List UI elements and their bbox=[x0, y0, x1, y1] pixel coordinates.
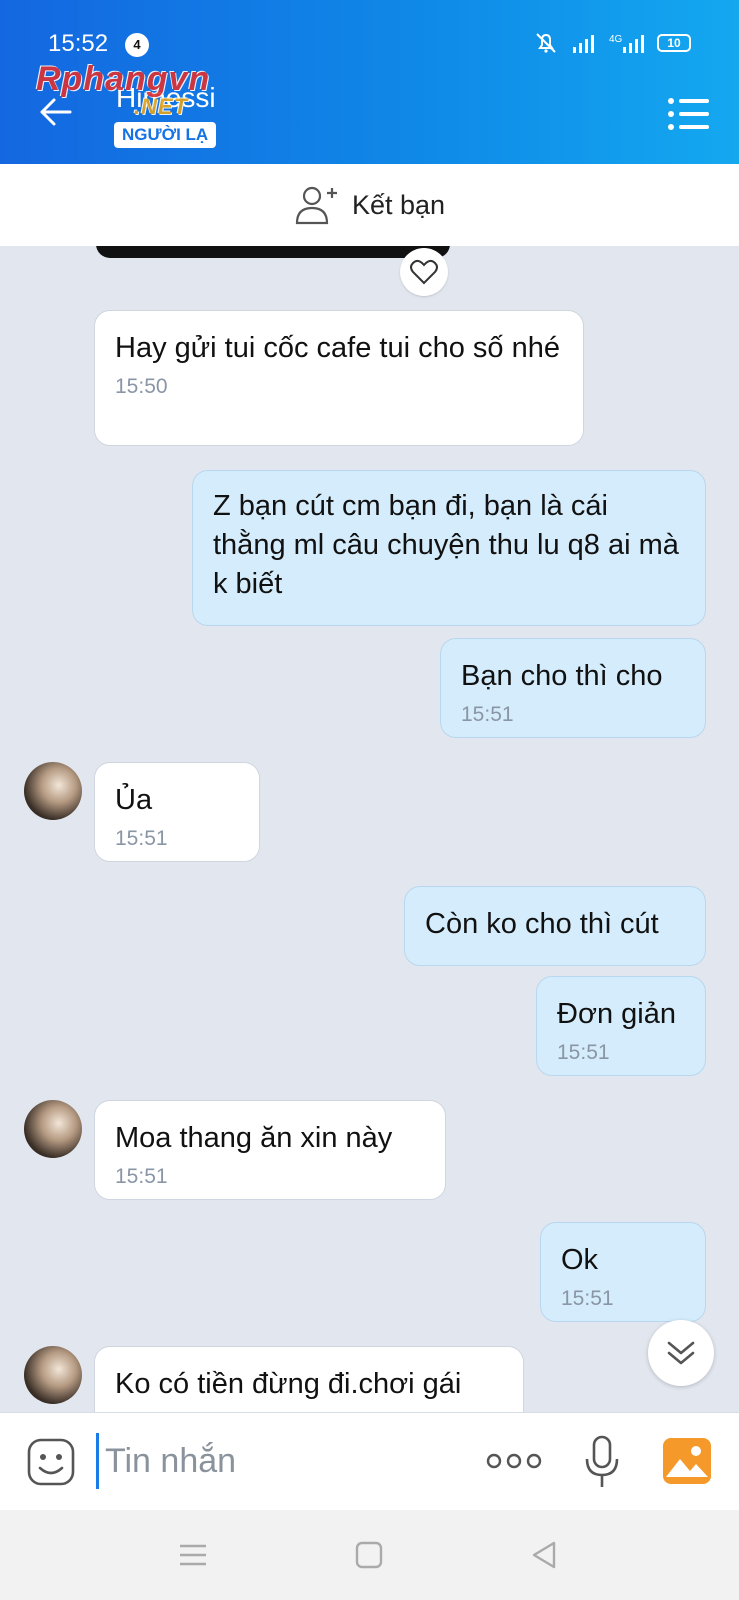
message-input-bar bbox=[0, 1412, 739, 1510]
microphone-icon[interactable] bbox=[584, 1435, 620, 1489]
signal-4g-icon: 4G bbox=[609, 34, 644, 53]
svg-text:4G: 4G bbox=[609, 34, 623, 45]
watermark-sub: .NET bbox=[134, 94, 189, 119]
battery-icon: 10 bbox=[657, 34, 691, 52]
message-time: 15:51 bbox=[561, 1287, 614, 1310]
message-bubble-incoming[interactable]: Ko có tiền đừng đi.chơi gái bbox=[94, 1346, 524, 1412]
heart-icon bbox=[410, 259, 438, 285]
recent-apps-icon[interactable] bbox=[176, 1538, 210, 1572]
message-bubble-incoming[interactable]: Hay gửi tui cốc cafe tui cho số nhé 15:5… bbox=[94, 310, 584, 446]
message-bubble-incoming[interactable]: Moa thang ăn xin này 15:51 bbox=[94, 1100, 446, 1200]
message-bubble-outgoing[interactable]: Ok 15:51 bbox=[540, 1222, 706, 1322]
message-bubble-outgoing[interactable]: Z bạn cút cm bạn đi, bạn là cái thằng ml… bbox=[192, 470, 706, 626]
message-bubble-outgoing[interactable]: Còn ko cho thì cút bbox=[404, 886, 706, 966]
home-icon[interactable] bbox=[352, 1538, 386, 1572]
message-time: 15:51 bbox=[461, 703, 514, 726]
message-bubble-outgoing[interactable]: Bạn cho thì cho 15:51 bbox=[440, 638, 706, 738]
message-text: Bạn cho thì cho bbox=[461, 660, 663, 692]
chat-area[interactable]: Hay gửi tui cốc cafe tui cho số nhé 15:5… bbox=[0, 246, 739, 1412]
add-friend-button[interactable]: Kết bạn bbox=[0, 164, 739, 246]
avatar[interactable] bbox=[24, 762, 82, 820]
message-bubble-incoming[interactable]: Ủa 15:51 bbox=[94, 762, 260, 862]
avatar[interactable] bbox=[24, 1100, 82, 1158]
message-text: Hay gửi tui cốc cafe tui cho số nhé bbox=[115, 332, 560, 364]
message-text: Còn ko cho thì cút bbox=[425, 908, 659, 940]
double-chevron-down-icon bbox=[667, 1341, 695, 1365]
message-time: 15:51 bbox=[557, 1041, 610, 1064]
add-friend-label: Kết bạn bbox=[351, 189, 446, 220]
menu-icon[interactable] bbox=[667, 96, 711, 132]
message-text: Moa thang ăn xin này bbox=[115, 1122, 393, 1154]
message-text: Z bạn cút cm bạn đi, bạn là cái thằng ml… bbox=[213, 490, 679, 600]
more-options-icon[interactable] bbox=[486, 1449, 542, 1473]
mute-icon bbox=[536, 33, 556, 53]
message-text: Ko có tiền đừng đi.chơi gái bbox=[115, 1368, 462, 1400]
status-icons: 4G 10 bbox=[531, 32, 691, 54]
photo-gallery-icon[interactable] bbox=[662, 1437, 712, 1485]
watermark-logo: Rphangvn .NET bbox=[36, 60, 211, 119]
message-text: Ok bbox=[561, 1244, 599, 1276]
status-bar: 15:52 4 4G 10 bbox=[48, 30, 691, 60]
avatar[interactable] bbox=[24, 1346, 82, 1404]
message-time: 15:51 bbox=[115, 827, 168, 850]
status-time: 15:52 bbox=[48, 30, 109, 57]
message-time: 15:50 bbox=[115, 375, 168, 398]
message-text: Đơn giản bbox=[557, 998, 676, 1030]
notification-count-badge: 4 bbox=[125, 33, 149, 57]
chat-header: 15:52 4 4G 10 Himessi Rphangvn .NET NGƯỜ… bbox=[0, 0, 739, 164]
add-user-icon bbox=[295, 186, 337, 225]
image-message-preview[interactable] bbox=[96, 246, 450, 258]
watermark-main: Rphangvn bbox=[36, 60, 211, 98]
react-heart-button[interactable] bbox=[400, 248, 448, 296]
message-input[interactable] bbox=[96, 1433, 456, 1489]
message-text: Ủa bbox=[115, 784, 153, 816]
system-navigation-bar bbox=[0, 1510, 739, 1600]
scroll-to-bottom-button[interactable] bbox=[648, 1320, 714, 1386]
sticker-icon[interactable] bbox=[26, 1437, 76, 1487]
message-time: 15:51 bbox=[115, 1165, 168, 1188]
stranger-badge: NGƯỜI LẠ bbox=[114, 122, 217, 148]
message-bubble-outgoing[interactable]: Đơn giản 15:51 bbox=[536, 976, 706, 1076]
signal-icon bbox=[573, 35, 594, 53]
back-triangle-icon[interactable] bbox=[528, 1538, 562, 1572]
